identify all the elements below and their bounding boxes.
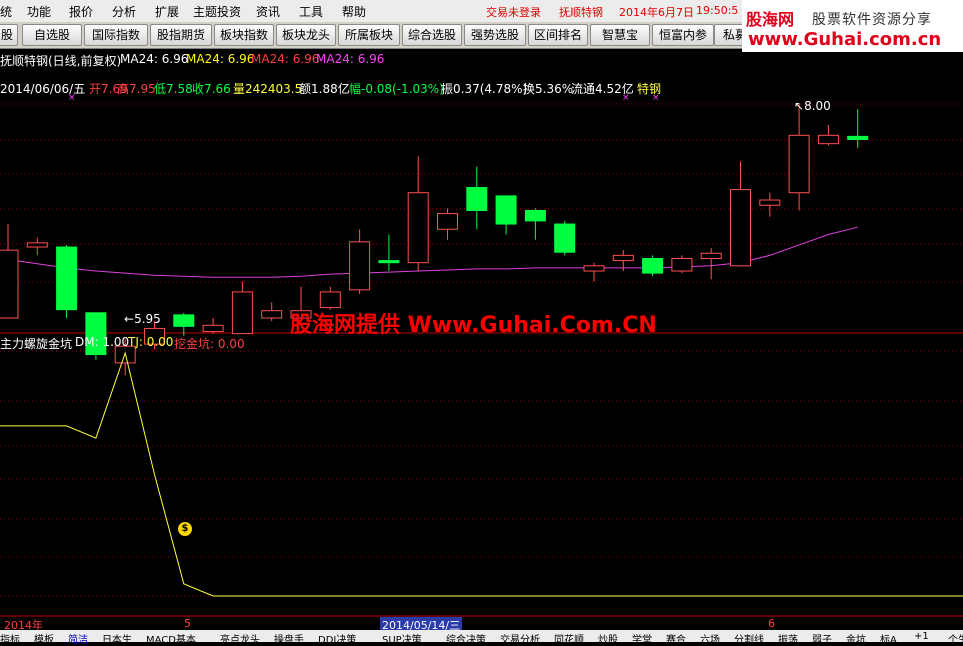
info-close: 收7.66 — [192, 82, 231, 96]
ma-label-1: MA24: 6.96 — [120, 52, 189, 66]
indicator-tab[interactable]: 六场 — [700, 631, 720, 646]
low-annotation-value: 5.95 — [134, 312, 161, 326]
candle-body — [788, 134, 810, 194]
indicator-tab[interactable]: 模板 — [34, 631, 54, 646]
info-float: 流通4.52亿 — [571, 82, 634, 96]
info-amplitude: 振0.37(4.78%) — [441, 82, 528, 96]
ma-label-3: MA24: 6.96 — [251, 52, 320, 66]
candle-body — [642, 257, 664, 274]
indicator-tab-bar: 指标 模板 简洁 日本生 MACD基本 亮点龙头 操盘手 DDI决策 SUP决策 综合决策 交易分析… — [0, 630, 963, 646]
indicator-tab[interactable]: 学堂 — [632, 631, 652, 646]
indicator-tab[interactable]: MACD基本 — [146, 631, 196, 646]
indicator-tab[interactable]: SUP决策 — [382, 631, 422, 646]
indicator-tab[interactable]: 振荡 — [778, 631, 798, 646]
candle-body — [524, 209, 546, 222]
info-change: 幅-0.08(-1.03%) — [349, 82, 444, 96]
time-axis-end: 6 — [768, 617, 775, 630]
candle-body — [319, 291, 341, 309]
info-sector: 特钢 — [637, 82, 662, 96]
indicator-tab[interactable]: 弱子 — [812, 631, 832, 646]
info-turnover: 换5.36% — [523, 82, 574, 96]
candle-body — [378, 260, 400, 264]
candle-body — [612, 254, 634, 262]
candle-body — [671, 257, 693, 272]
candle-body — [554, 223, 576, 253]
candle-body — [466, 187, 488, 211]
chart-title: 抚顺特钢(日线,前复权) — [0, 54, 122, 68]
indicator-name: 主力螺旋金坑 — [0, 337, 73, 351]
indicator-wjk: 挖金坑: 0.00 — [174, 337, 245, 351]
high-annotation: ↖8.00 — [794, 99, 831, 113]
info-high: 高7.95 — [117, 82, 156, 96]
candle-body — [759, 199, 781, 206]
info-amount: 额1.88亿 — [299, 82, 350, 96]
candle-body — [437, 213, 458, 230]
indicator-tab[interactable]: 同花顺 — [554, 631, 584, 646]
indicator-tab[interactable]: 炒股 — [598, 631, 618, 646]
indicator-tab[interactable]: 综合决策 — [446, 631, 486, 646]
candle-body — [583, 265, 605, 272]
low-annotation: ←5.95 — [124, 312, 161, 326]
indicator-dm: DM: 1.00 — [75, 335, 130, 349]
info-date: 2014/06/06/五 — [0, 82, 86, 96]
candle-body — [730, 189, 751, 267]
indicator-tab[interactable]: 操盘手 — [274, 631, 304, 646]
indicator-tab[interactable]: 标A — [880, 631, 897, 646]
candle-body — [56, 246, 78, 311]
indicator-tab[interactable]: 亮点龙头 — [220, 631, 260, 646]
indicator-tab[interactable]: 赛合 — [666, 631, 686, 646]
candle-body — [231, 291, 253, 335]
time-axis-mid: 5 — [184, 617, 191, 630]
ma-label-4: MA24: 6.96 — [316, 52, 385, 66]
candle-body — [0, 249, 19, 319]
info-low: 低7.58 — [154, 82, 193, 96]
candle-body — [26, 242, 48, 248]
watermark-text: 股海网提供 Www.Guhai.Com.CN — [290, 313, 657, 338]
candle-body — [407, 192, 429, 264]
indicator-tab[interactable]: DDI决策 — [318, 631, 356, 646]
candle-body — [202, 324, 224, 333]
candle-body — [261, 310, 283, 319]
indicator-tab[interactable]: +1 — [914, 631, 929, 642]
info-volume: 量242403.5 — [233, 82, 303, 96]
indicator-tab[interactable]: 指标 — [0, 631, 20, 646]
indicator-tab[interactable]: 交易分析 — [500, 631, 540, 646]
indicator-tab[interactable]: 日本生 — [102, 631, 132, 646]
money-bag-icon: $ — [178, 522, 192, 536]
candle-body — [173, 314, 195, 327]
indicator-tab[interactable]: 金坑 — [846, 631, 866, 646]
indicator-tab[interactable]: 分割线 — [734, 631, 764, 646]
indicator-dm-line — [0, 351, 963, 597]
candle-body — [847, 135, 869, 140]
candle-body — [495, 195, 517, 225]
time-axis: 2014年 5 2014/05/14/三 6 — [0, 617, 963, 633]
candle-body — [700, 252, 722, 259]
indicator-tab[interactable]: 简洁 — [68, 631, 88, 646]
ma-label-2: MA24: 6.96 — [186, 52, 255, 66]
candle-body — [817, 134, 839, 145]
indicator-tab[interactable]: 个生 — [948, 631, 963, 646]
indicator-tj: TJ: 0.00 — [128, 335, 174, 349]
high-annotation-value: 8.00 — [804, 99, 831, 113]
candle-body — [349, 241, 371, 291]
